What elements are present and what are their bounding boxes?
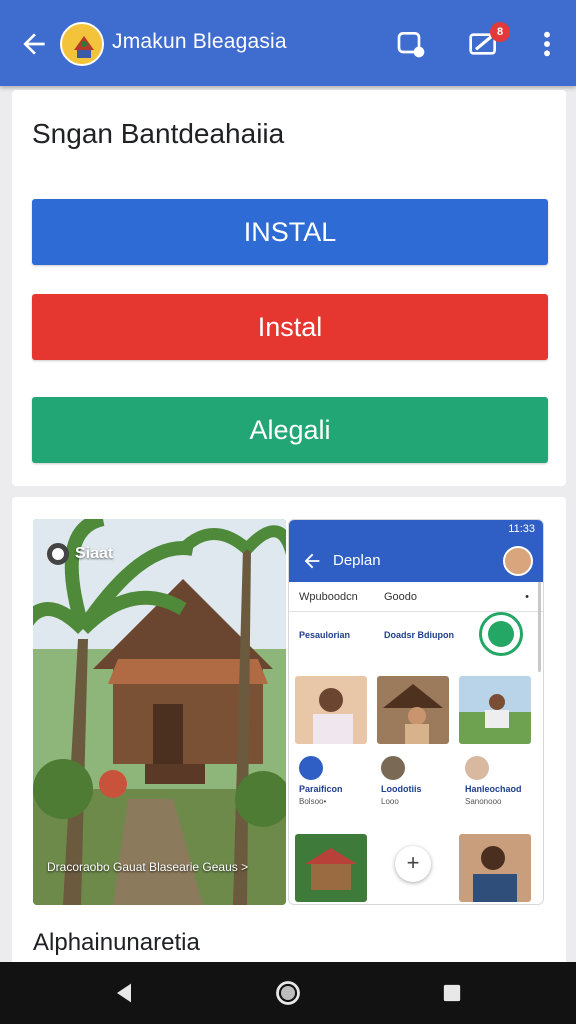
tab-wpuboodcn[interactable]: Wpuboodcn (299, 591, 358, 603)
avatar[interactable] (503, 546, 533, 576)
gallery-tile[interactable] (295, 834, 367, 902)
list-item-subtitle: Sanonooo (465, 797, 502, 806)
app-logo (60, 22, 104, 66)
list-item-title[interactable]: Doadsr Bdiupon (384, 630, 454, 640)
system-nav-bar (0, 962, 576, 1024)
notification-badge: 8 (490, 22, 510, 42)
app-bar: Jmakun Bleagasia 8 (0, 0, 576, 86)
app-title: Jmakun Bleagasia (112, 30, 287, 53)
phone-app-bar: Deplan (289, 540, 543, 582)
list-item-title[interactable]: Hanleochaod (465, 784, 522, 794)
back-triangle-icon[interactable] (110, 979, 138, 1007)
phone-status-bar: 11:33 (289, 520, 543, 540)
home-circle-icon[interactable] (274, 979, 302, 1007)
phone-screenshot[interactable]: 11:33 Deplan Wpuboodcn Goodo • Pesaulori… (288, 519, 544, 905)
refresh-icon[interactable] (479, 612, 523, 656)
photo-caption: Dracoraobo Gauat Blasearie Geaus > (47, 860, 249, 874)
install-button-red[interactable]: Instal (32, 294, 548, 360)
list-item-title[interactable]: Loodotiis (381, 784, 422, 794)
chat-bubble-icon[interactable] (395, 28, 427, 60)
more-vert-icon[interactable] (531, 28, 563, 60)
avatar[interactable] (465, 756, 489, 780)
arrow-back-icon[interactable] (18, 28, 50, 60)
add-button[interactable]: + (395, 846, 431, 882)
section-title: Alphainunaretia (33, 929, 200, 956)
list-item-title[interactable]: Paraificon (299, 784, 343, 794)
arrow-back-icon[interactable] (301, 550, 323, 572)
phone-title: Deplan (333, 552, 381, 569)
gallery-tile[interactable] (459, 834, 531, 902)
scrollbar[interactable] (538, 582, 541, 672)
recents-square-icon[interactable] (438, 979, 466, 1007)
preview-card: Siaat Dracoraobo Gauat Blasearie Geaus >… (12, 497, 566, 967)
phone-tabs: Wpuboodcn Goodo • (289, 582, 543, 612)
house-photo[interactable]: Siaat Dracoraobo Gauat Blasearie Geaus > (33, 519, 286, 905)
gallery-tile[interactable] (377, 676, 449, 744)
avatar[interactable] (299, 756, 323, 780)
list-item-subtitle: Looo (381, 797, 399, 806)
location-pin-icon (47, 543, 69, 565)
gallery-tile[interactable] (295, 676, 367, 744)
tab-more[interactable]: • (525, 591, 529, 603)
install-button-blue[interactable]: INSTAL (32, 199, 548, 265)
actions-card: Sngan Bantdeahaiia INSTAL Instal Alegali (12, 90, 566, 486)
photo-tag: Siaat (47, 543, 113, 565)
gallery-tile[interactable] (459, 676, 531, 744)
list-item-subtitle: Bolsoo• (299, 797, 327, 806)
avatar[interactable] (381, 756, 405, 780)
alegali-button-green[interactable]: Alegali (32, 397, 548, 463)
card-heading: Sngan Bantdeahaiia (32, 118, 285, 149)
list-item-title[interactable]: Pesaulorian (299, 630, 350, 640)
tab-goodo[interactable]: Goodo (384, 591, 417, 603)
